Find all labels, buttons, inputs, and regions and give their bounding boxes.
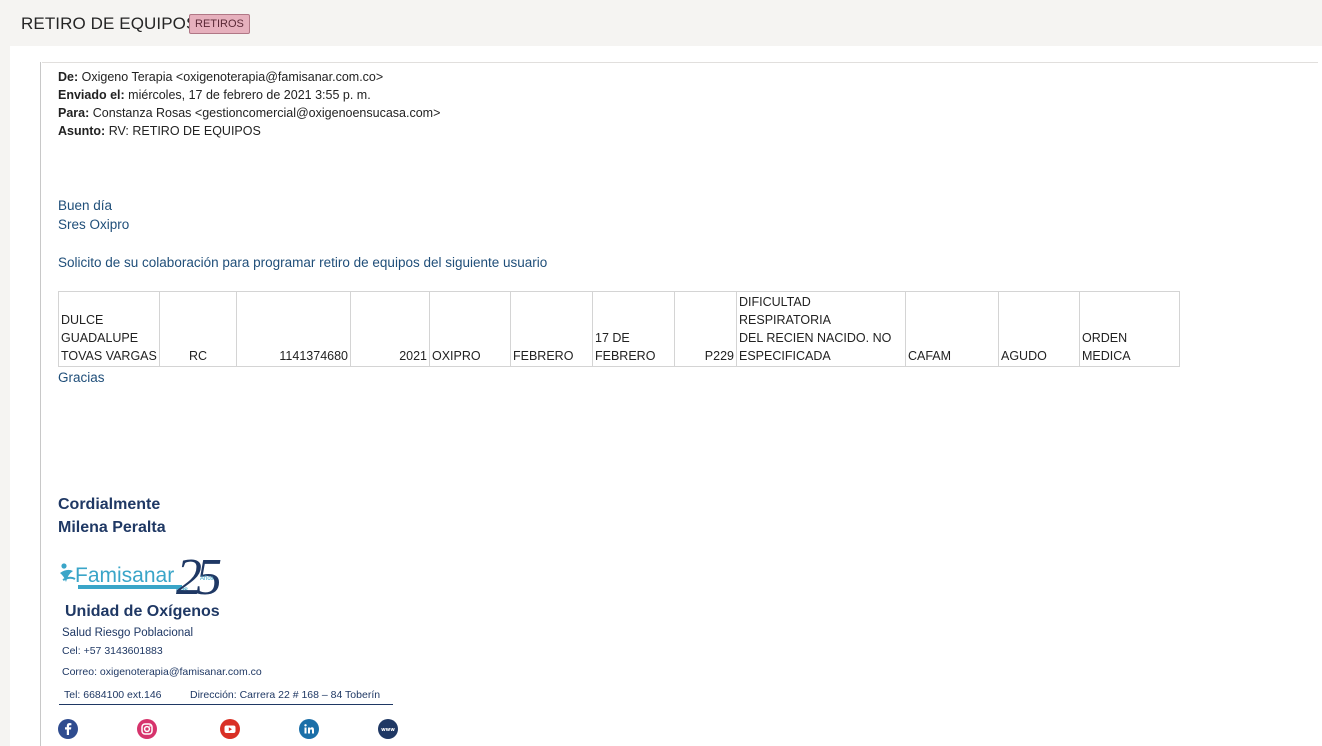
youtube-icon[interactable] [220, 719, 240, 739]
signature-closing: Cordialmente [58, 496, 161, 513]
signature-unit: Unidad de Oxígenos [65, 603, 220, 620]
patient-table: DULCE GUADALUPE TOVAS VARGAS RC 11413746… [58, 291, 1180, 367]
sent-line: Enviado el: miércoles, 17 de febrero de … [58, 88, 371, 102]
table-cell-name: DULCE GUADALUPE TOVAS VARGAS [58, 291, 160, 367]
signature-cel: Cel: +57 3143601883 [62, 645, 163, 657]
signature-name: Milena Peralta [58, 519, 166, 536]
signature-rule [59, 704, 393, 705]
logo-underline [78, 585, 182, 589]
subject-value: RV: RETIRO DE EQUIPOS [108, 124, 261, 138]
subject-line: Asunto: RV: RETIRO DE EQUIPOS [58, 124, 261, 138]
table-cell-provider: OXIPRO [429, 291, 511, 367]
to-label: Para: [58, 106, 90, 120]
signature-email[interactable]: Correo: oxigenoterapia@famisanar.com.co [62, 666, 262, 678]
linkedin-icon[interactable] [299, 719, 319, 739]
table-cell-year: 2021 [350, 291, 430, 367]
signature-tel: Tel: 6684100 ext.146 [64, 689, 162, 701]
to-line: Para: Constanza Rosas <gestioncomercial@… [58, 106, 440, 120]
sent-label: Enviado el: [58, 88, 125, 102]
famisanar-logo-graphic: Famisanar EPS 25 Años [60, 549, 227, 606]
separator-line [42, 62, 1318, 63]
signature-dept: Salud Riesgo Poblacional [62, 627, 194, 639]
famisanar-logo: Famisanar EPS 25 Años [58, 546, 248, 606]
greeting: Buen día [58, 198, 113, 213]
table-cell-insurer: CAFAM [905, 291, 999, 367]
table-row: DULCE GUADALUPE TOVAS VARGAS RC 11413746… [58, 291, 1180, 367]
category-badge[interactable]: RETIROS [189, 14, 250, 34]
svg-text:www: www [381, 727, 395, 733]
table-cell-doc-type: RC [159, 291, 237, 367]
logo-wordmark: Famisanar [75, 564, 174, 587]
from-label: De: [58, 70, 79, 84]
message-subject: RETIRO DE EQUIPOS [21, 14, 198, 33]
facebook-icon[interactable] [58, 719, 78, 739]
to-value: Constanza Rosas <gestioncomercial@oxigen… [92, 106, 441, 120]
request-text: Solicito de su colaboración para program… [58, 255, 548, 270]
sent-value: miércoles, 17 de febrero de 2021 3:55 p.… [128, 88, 371, 102]
left-gutter [0, 46, 10, 746]
subject-label: Asunto: [58, 124, 106, 138]
table-cell-month: FEBRERO [510, 291, 593, 367]
table-cell-diagnosis: DIFICULTAD RESPIRATORIA DEL RECIEN NACID… [736, 291, 906, 367]
quote-bar [40, 62, 41, 746]
signature-address: Dirección: Carrera 22 # 168 – 84 Toberín [190, 689, 381, 701]
logo-anos: Años [200, 576, 214, 582]
message-header-bar: RETIRO DE EQUIPOS RETIROS [0, 0, 1322, 46]
table-cell-type: AGUDO [998, 291, 1080, 367]
table-cell-code: P229 [674, 291, 737, 367]
web-icon[interactable]: www [378, 719, 398, 739]
table-cell-date: 17 DE FEBRERO [592, 291, 675, 367]
table-cell-doc-number: 1141374680 [236, 291, 351, 367]
instagram-icon[interactable] [137, 719, 157, 739]
from-value: Oxigeno Terapia <oxigenoterapia@famisana… [81, 70, 384, 84]
addressee: Sres Oxipro [58, 217, 130, 232]
table-cell-document: ORDEN MEDICA [1079, 291, 1180, 367]
from-line: De: Oxigeno Terapia <oxigenoterapia@fami… [58, 70, 383, 84]
logo-years: 25 [176, 549, 221, 598]
thanks-text: Gracias [58, 370, 105, 385]
